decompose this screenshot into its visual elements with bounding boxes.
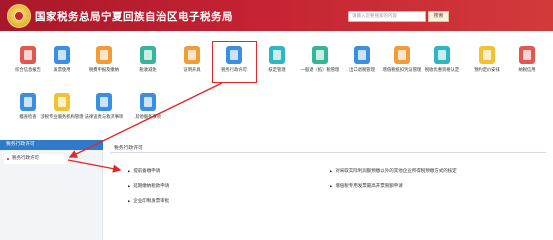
- tile-professional-service-agency[interactable]: 涉税专业服务机构管理: [40, 93, 84, 121]
- export-icon: [354, 46, 370, 64]
- qualification-icon: [434, 46, 450, 64]
- divider: [110, 152, 546, 153]
- link-deferred-payment[interactable]: 延期缴纳税款申请: [128, 183, 169, 189]
- left-navigation: 税务行政许可 税务行政许可: [0, 140, 103, 240]
- reduction-icon: [140, 46, 156, 64]
- tile-vat-deduction-voucher[interactable]: 增值税抵扣凭证管理: [380, 46, 424, 74]
- tile-other-services[interactable]: 其他服务事项: [126, 93, 170, 121]
- site-title: 国家税务总局宁夏回族自治区电子税务局: [35, 11, 233, 23]
- tile-preferential-qualification[interactable]: 税收优惠资格认定: [420, 46, 464, 74]
- content-title: 税务行政许可: [114, 146, 143, 151]
- tile-assessment-management[interactable]: 核定管理: [255, 46, 299, 74]
- tax-emblem-logo: [7, 4, 31, 28]
- invoice-icon: [54, 46, 70, 64]
- main-content: 税务行政许可 提前备缴申请 对采取实际利润额预缴以外的其他企业所得税预缴方式的核…: [104, 140, 553, 240]
- tile-advance-pricing[interactable]: 预约定价安排: [465, 46, 509, 74]
- site-header: 国家税务总局宁夏回族自治区电子税务局 请输入您要搜索的内容 搜索: [0, 0, 553, 31]
- left-nav-heading: 税务行政许可: [0, 140, 103, 150]
- report-icon: [20, 46, 36, 64]
- pricing-icon: [479, 46, 495, 64]
- link-prepayment-method-approval[interactable]: 对采取实际利润额预缴以外的其他企业所得税预缴方式的核定: [330, 168, 457, 174]
- certificate-icon: [184, 46, 200, 64]
- declaration-icon: [96, 46, 112, 64]
- tile-tax-reduction[interactable]: 税收减免: [126, 46, 170, 74]
- link-invoice-printing-approval[interactable]: 企业印制发票审批: [128, 198, 169, 204]
- service-icon-grid: 综合信息报告 发票使用 税费申报及缴纳 税收减免 证明开具 税务行政许可 核定管…: [0, 31, 553, 136]
- highlight-license-tile: [212, 41, 257, 83]
- assessment-icon: [269, 46, 285, 64]
- tile-legal-remedy[interactable]: 法律追责与救济事项: [82, 93, 126, 121]
- search-button[interactable]: 搜索: [428, 11, 449, 22]
- link-advance-payment[interactable]: 提前备缴申请: [128, 168, 160, 174]
- left-nav-item-tax-license[interactable]: 税务行政许可: [4, 154, 66, 164]
- tile-tax-refund-management[interactable]: 一般退（抵）税管理: [298, 46, 342, 74]
- search-input[interactable]: 请输入您要搜索的内容: [348, 11, 426, 22]
- other-services-icon: [140, 93, 156, 111]
- agency-icon: [54, 93, 70, 111]
- inspection-icon: [20, 93, 36, 111]
- refund-icon: [312, 46, 328, 64]
- tile-tax-declaration-payment[interactable]: 税费申报及缴纳: [82, 46, 126, 74]
- link-vat-invoice-limit[interactable]: 增值税专用发票最高开票限额申请: [330, 183, 403, 189]
- credit-icon: [519, 46, 535, 64]
- tile-tax-credit[interactable]: 纳税信用: [505, 46, 549, 74]
- tile-invoice-use[interactable]: 发票使用: [40, 46, 84, 74]
- legal-icon: [96, 93, 112, 111]
- voucher-icon: [394, 46, 410, 64]
- tile-certificate-issuance[interactable]: 证明开具: [170, 46, 214, 74]
- tile-export-refund[interactable]: 出口退税管理: [340, 46, 384, 74]
